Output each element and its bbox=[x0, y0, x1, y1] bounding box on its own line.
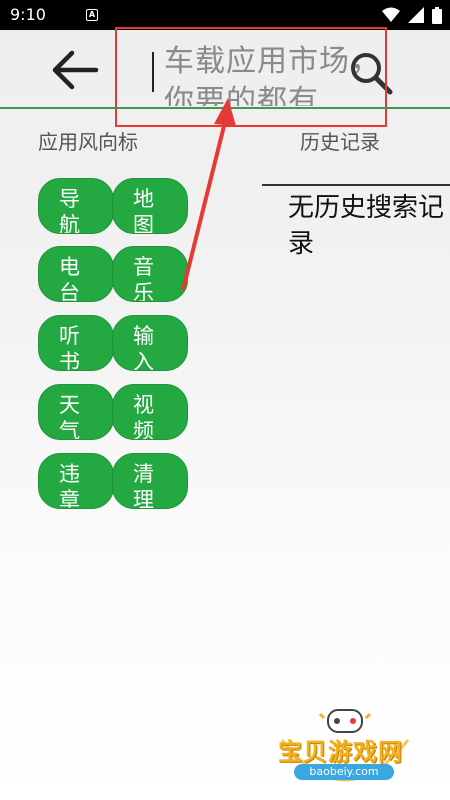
tag-label: 天气 bbox=[59, 393, 80, 440]
tag-navigation[interactable]: 导航 bbox=[38, 178, 114, 234]
tag-cleanup[interactable]: 清理 bbox=[112, 453, 188, 509]
wind-vane-heading: 应用风向标 bbox=[38, 130, 138, 154]
status-bar: 9:10 A bbox=[0, 0, 450, 30]
app-notification-icon: A bbox=[86, 9, 98, 21]
tag-weather[interactable]: 天气 bbox=[38, 384, 114, 440]
tag-video[interactable]: 视频 bbox=[112, 384, 188, 440]
tag-label: 输入 bbox=[133, 324, 154, 371]
tag-input[interactable]: 输入 bbox=[112, 315, 188, 371]
watermark-logo: 宝贝游戏网 baobeiy.com bbox=[270, 700, 420, 792]
history-divider bbox=[262, 184, 450, 186]
tag-label: 清理 bbox=[133, 462, 154, 509]
tag-label: 违章 bbox=[59, 462, 80, 509]
history-empty-message: 无历史搜索记录 bbox=[288, 193, 445, 259]
tag-label: 音乐 bbox=[133, 255, 154, 302]
arrow-left-icon bbox=[52, 50, 99, 90]
tag-label: 地图 bbox=[133, 187, 154, 234]
tag-violation[interactable]: 违章 bbox=[38, 453, 114, 509]
tag-label: 电台 bbox=[59, 255, 80, 302]
watermark-domain: baobeiy.com bbox=[294, 764, 394, 780]
tag-map[interactable]: 地图 bbox=[112, 178, 188, 234]
back-button[interactable] bbox=[48, 48, 104, 92]
tag-music[interactable]: 音乐 bbox=[112, 246, 188, 302]
wifi-icon bbox=[382, 7, 400, 22]
annotation-highlight-box bbox=[115, 27, 387, 127]
tag-audiobook[interactable]: 听书 bbox=[38, 315, 114, 371]
battery-icon bbox=[432, 6, 442, 24]
watermark-text: 宝贝游戏网 bbox=[278, 738, 403, 766]
tag-label: 视频 bbox=[133, 393, 154, 440]
status-time: 9:10 bbox=[10, 5, 46, 24]
tag-label: 导航 bbox=[59, 187, 80, 234]
tag-label: 听书 bbox=[59, 324, 80, 371]
header-divider bbox=[0, 107, 450, 109]
tag-radio[interactable]: 电台 bbox=[38, 246, 114, 302]
signal-icon bbox=[408, 7, 424, 23]
history-heading: 历史记录 bbox=[300, 130, 380, 154]
